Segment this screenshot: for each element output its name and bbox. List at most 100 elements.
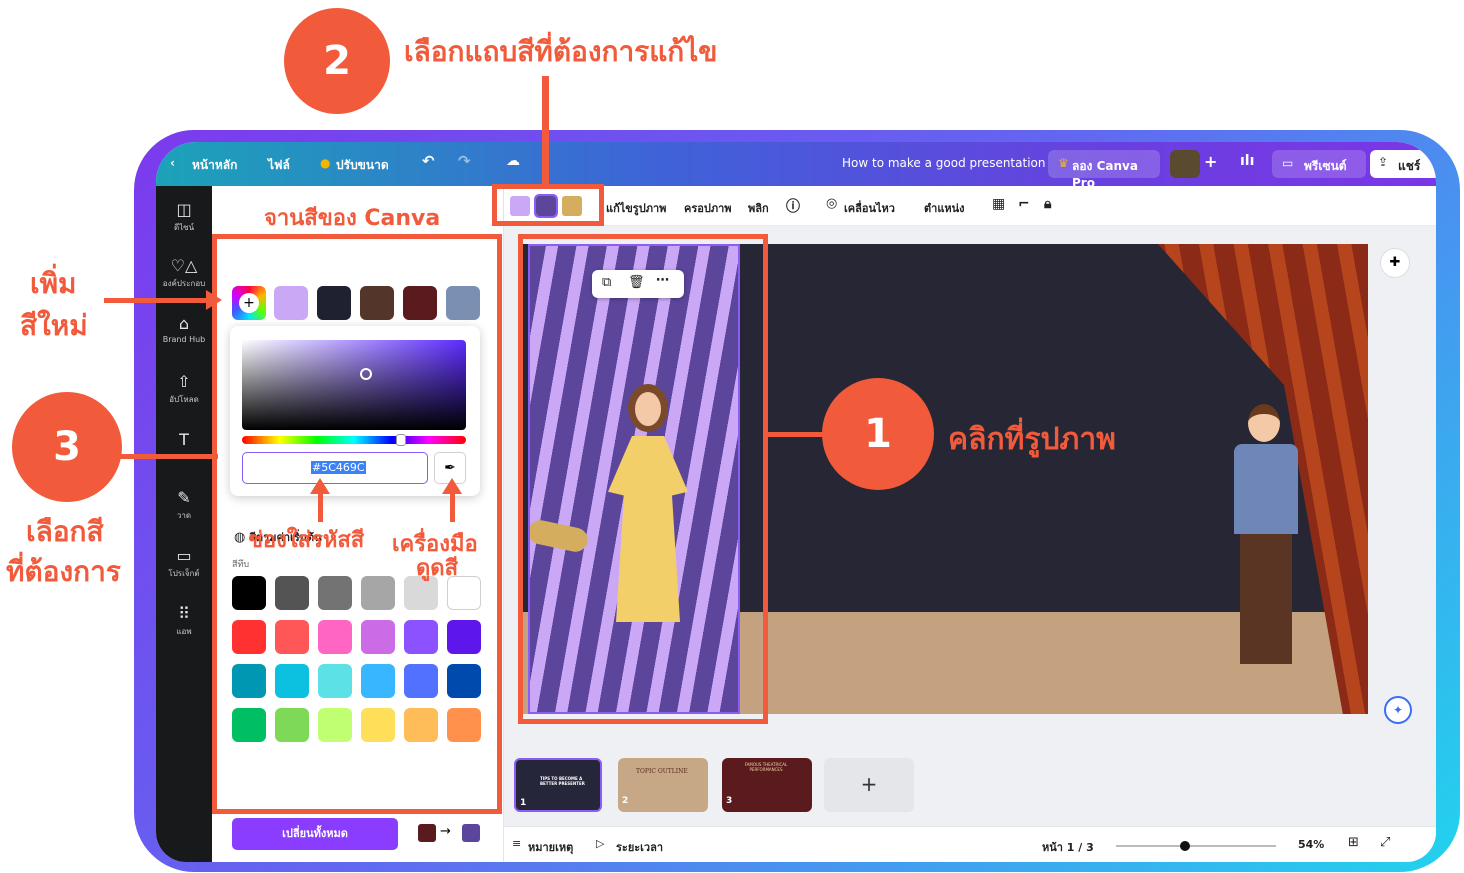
elements-icon: ♡△ — [170, 256, 198, 275]
timer-icon: ▷ — [596, 837, 605, 850]
rail-item-upload[interactable]: ⇧ อัปโหลด — [156, 372, 212, 406]
rail-item-elements[interactable]: ♡△ องค์ประกอบ — [156, 256, 212, 290]
magic-assistant-icon[interactable]: ✦ — [1384, 696, 1412, 724]
analytics-icon[interactable]: ılı — [1240, 153, 1254, 169]
rail-item-text[interactable]: T — [156, 430, 212, 451]
zoom-slider[interactable] — [1116, 841, 1276, 851]
page-strip: 1 TIPS TO BECOME A BETTER PRESENTER 2 TO… — [504, 746, 1436, 826]
rail-label: Brand Hub — [162, 335, 206, 344]
share-button[interactable]: ⇪ แชร์ — [1370, 150, 1436, 178]
page-number: 2 — [622, 796, 629, 806]
page-thumb[interactable]: 3 FAMOUS THEATRICAL PERFORMANCES — [722, 758, 812, 812]
page-thumb[interactable]: 1 TIPS TO BECOME A BETTER PRESENTER — [514, 758, 602, 812]
page-thumb[interactable]: 2 TOPIC OUTLINE — [618, 758, 708, 812]
timer-button[interactable]: ระยะเวลา — [616, 838, 663, 856]
crown-icon: ● — [320, 156, 331, 170]
step-1-label: คลิกที่รูปภาพ — [948, 422, 1116, 457]
notes-button[interactable]: หมายเหตุ — [528, 838, 573, 856]
image-highlight — [518, 234, 768, 724]
man-pants — [1240, 534, 1292, 664]
text-icon: T — [179, 430, 189, 449]
step-2-label: เลือกแถบสีที่ต้องการแก้ไข — [404, 35, 718, 68]
rail-item-apps[interactable]: ⠿ แอพ — [156, 604, 212, 638]
crop-button[interactable]: ครอปภาพ — [684, 199, 732, 217]
document-title[interactable]: How to make a good presentation — [842, 156, 1045, 170]
zoom-level[interactable]: 54% — [1298, 838, 1324, 851]
flip-button[interactable]: พลิก — [748, 199, 769, 217]
replace-all-button[interactable]: เปลี่ยนทั้งหมด — [232, 818, 398, 850]
share-label: แชร์ — [1398, 159, 1421, 173]
page-thumb-title: FAMOUS THEATRICAL PERFORMANCES — [744, 762, 788, 772]
rail-label: ดีไซน์ — [173, 223, 195, 232]
draw-icon: ✎ — [177, 488, 191, 507]
hex-arrow-line — [318, 492, 323, 522]
animate-icon: ◎ — [826, 196, 838, 211]
avatar[interactable] — [1170, 150, 1200, 178]
status-bar: ≡ หมายเหตุ ▷ ระยะเวลา หน้า 1 / 3 54% ⊞ ⤢ — [504, 826, 1436, 862]
apps-icon: ⠿ — [178, 604, 190, 623]
share-icon: ⇪ — [1378, 155, 1389, 169]
home-button[interactable]: หน้าหลัก — [192, 156, 237, 175]
rail-item-draw[interactable]: ✎ วาด — [156, 488, 212, 522]
add-color-label-line1: เพิ่ม — [30, 267, 77, 300]
rail-item-brand[interactable]: ⌂ Brand Hub — [156, 314, 212, 344]
back-chevron-icon[interactable]: ‹ — [170, 156, 175, 170]
comment-icon[interactable]: ✚ — [1380, 248, 1410, 278]
step-3-label-line2: ที่ต้องการ — [6, 555, 121, 588]
context-toolbar: แก้ไขรูปภาพ ครอปภาพ พลิก ⓘ ◎ เคลื่อนไหว … — [504, 186, 1436, 226]
copy-style-icon[interactable]: ⌐ — [1018, 196, 1030, 212]
eyedropper-arrow-line — [450, 492, 455, 522]
file-menu[interactable]: ไฟล์ — [268, 156, 290, 175]
grid-view-icon[interactable]: ⊞ — [1348, 835, 1359, 850]
brand-icon: ⌂ — [178, 314, 190, 333]
eyedropper-label-line2: ดูดสี — [416, 556, 459, 581]
present-button[interactable]: ▭ พรีเซนต์ — [1272, 150, 1366, 178]
lock-icon[interactable]: 🔒︎ — [1044, 196, 1051, 212]
rail-label: อัปโหลด — [169, 395, 199, 404]
hex-field-label: ช่องใส่รหัสสี — [248, 528, 365, 553]
left-rail: ◫ ดีไซน์ ♡△ องค์ประกอบ ⌂ Brand Hub ⇧ อัปโหลด… — [156, 186, 212, 862]
arrow-right-icon: → — [440, 824, 451, 839]
rail-item-projects[interactable]: ▭ โปรเจ็กต์ — [156, 546, 212, 580]
undo-icon[interactable]: ↶ — [422, 152, 435, 170]
crown-icon: ♛ — [1058, 156, 1069, 170]
add-color-arrow-line — [104, 298, 214, 303]
page-number: 3 — [726, 796, 733, 806]
cloud-save-icon[interactable]: ☁ — [506, 153, 520, 169]
toolbar-swatch-highlight — [492, 184, 604, 226]
man-jacket — [1234, 444, 1298, 534]
page-thumb-title: TOPIC OUTLINE — [636, 768, 688, 775]
present-icon: ▭ — [1282, 156, 1294, 170]
page-indicator[interactable]: หน้า 1 / 3 — [1042, 838, 1094, 856]
folder-icon: ▭ — [176, 546, 192, 565]
add-color-arrowhead — [206, 290, 222, 310]
resize-button[interactable]: ปรับขนาด — [336, 156, 389, 175]
replace-to-swatch — [462, 824, 480, 842]
try-pro-button[interactable]: ♛ ลอง Canva Pro — [1048, 150, 1160, 190]
present-label: พรีเซนต์ — [1304, 159, 1347, 173]
add-page-button[interactable]: + — [824, 758, 914, 812]
info-icon[interactable]: ⓘ — [786, 196, 800, 216]
layout-icon: ◫ — [176, 200, 192, 219]
hex-arrowhead — [310, 478, 330, 494]
transparency-icon[interactable]: ▦ — [992, 196, 1005, 212]
replace-from-swatch — [418, 824, 436, 842]
screenshot: ‹ หน้าหลัก ไฟล์ ● ปรับขนาด ↶ ↷ ☁ How to … — [0, 0, 1464, 873]
upload-icon: ⇧ — [177, 372, 191, 391]
zoom-handle[interactable] — [1180, 841, 1190, 851]
rail-label: วาด — [176, 511, 192, 520]
palette-title: จานสีของ Canva — [264, 206, 441, 231]
step-3-badge: 3 — [12, 392, 122, 502]
fullscreen-icon[interactable]: ⤢ — [1380, 835, 1390, 850]
redo-icon[interactable]: ↷ — [458, 152, 471, 170]
rail-item-design[interactable]: ◫ ดีไซน์ — [156, 200, 212, 234]
add-collaborator-icon[interactable]: + — [1204, 152, 1217, 171]
position-button[interactable]: ตำแหน่ง — [924, 199, 965, 217]
man-face — [1248, 404, 1280, 442]
rail-label: แอพ — [176, 627, 192, 636]
edit-image-button[interactable]: แก้ไขรูปภาพ — [606, 199, 666, 217]
rail-label: โปรเจ็กต์ — [168, 569, 200, 578]
step-3-label-line1: เลือกสี — [26, 515, 104, 548]
animate-button[interactable]: เคลื่อนไหว — [844, 199, 895, 217]
step-3-connector — [118, 454, 218, 459]
